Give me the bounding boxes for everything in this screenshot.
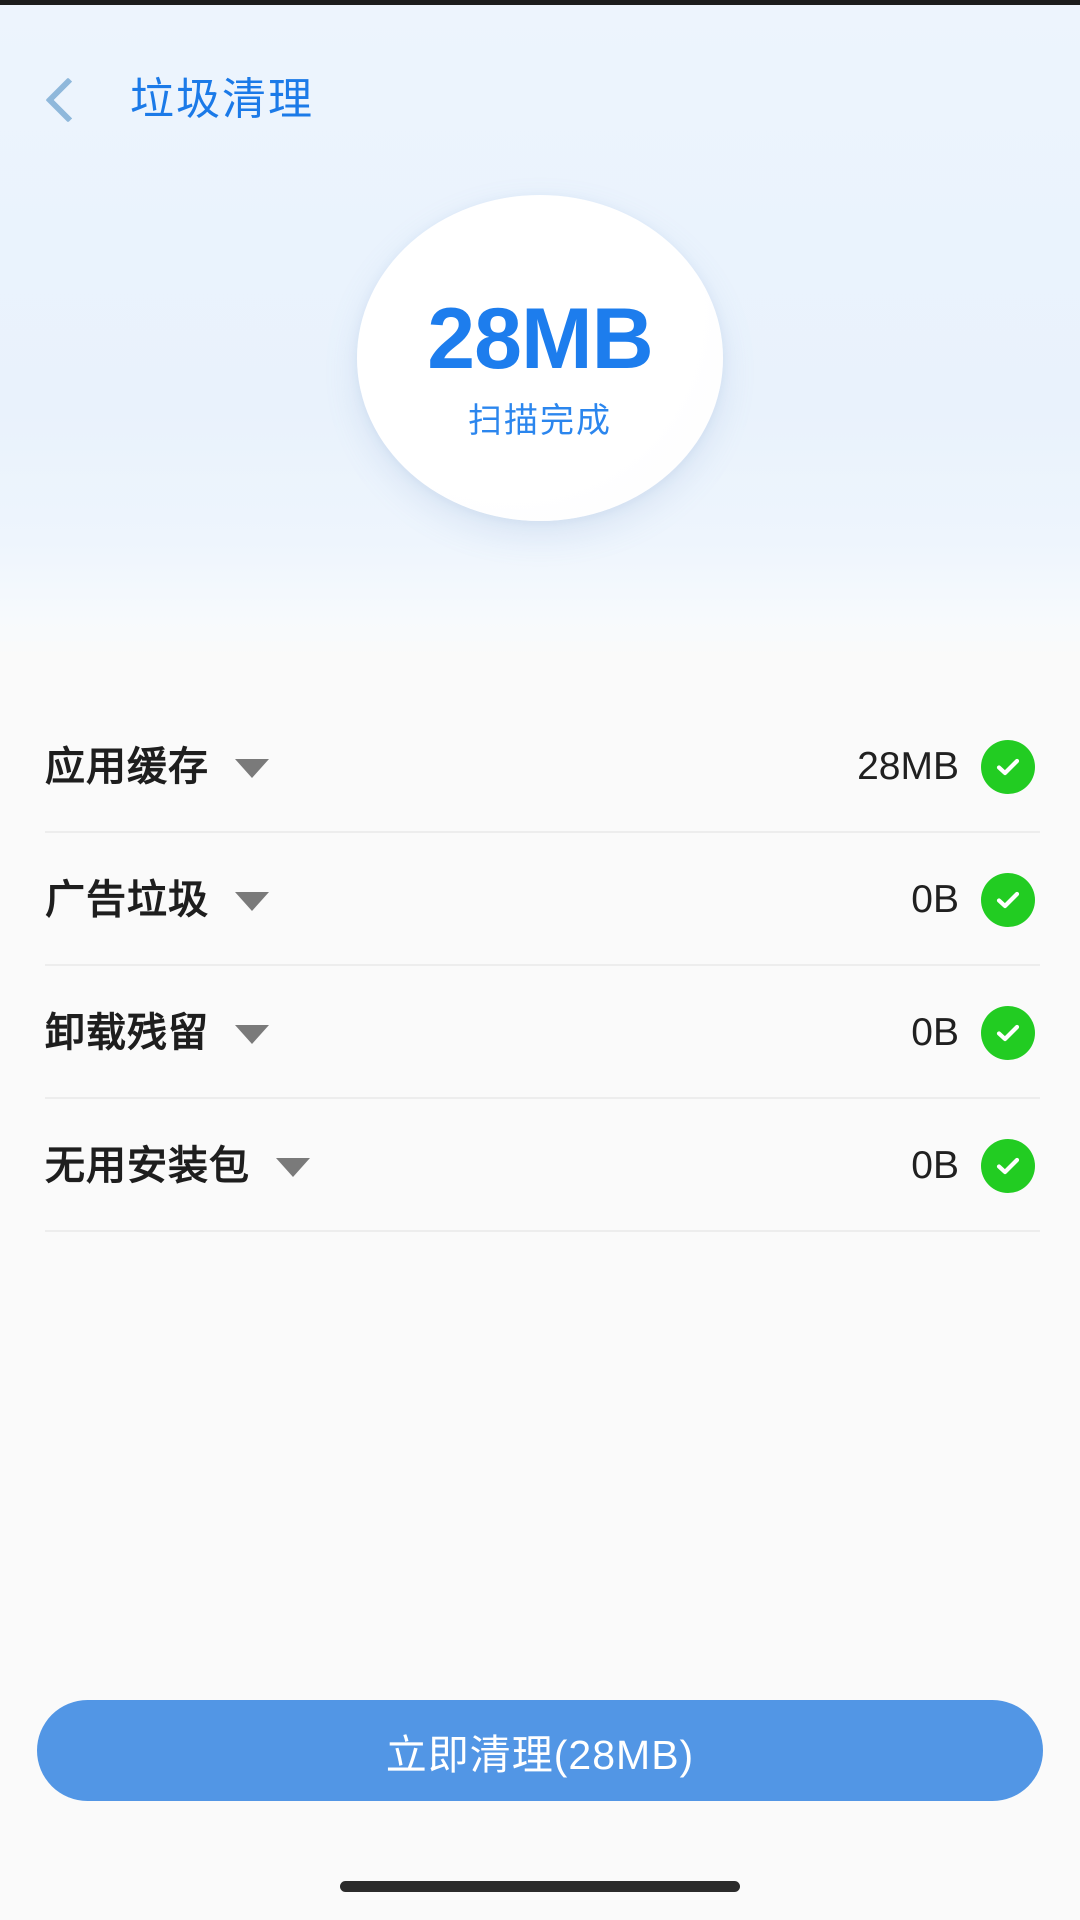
category-size: 0B — [911, 1144, 959, 1187]
check-circle-icon[interactable] — [981, 872, 1035, 927]
row-divider — [45, 1230, 1040, 1232]
row-right-group: 0B — [911, 1138, 1035, 1193]
scan-circle-body: 28MB 扫描完成 — [357, 195, 723, 521]
category-label: 应用缓存 — [45, 744, 209, 789]
app-bar: 垃圾清理 — [0, 60, 1080, 140]
caret-down-icon[interactable] — [235, 892, 269, 911]
caret-down-icon[interactable] — [235, 1025, 269, 1044]
table-row[interactable]: 应用缓存 28MB — [0, 700, 1080, 833]
row-right-group: 0B — [911, 872, 1035, 927]
table-row[interactable]: 卸载残留 0B — [0, 966, 1080, 1099]
junk-category-list: 应用缓存 28MB 广告垃圾 0B 卸载残留 0B 无用安装包 0B — [0, 700, 1080, 1232]
page-title: 垃圾清理 — [130, 75, 314, 124]
caret-down-icon[interactable] — [235, 759, 269, 778]
scan-result-circle: 28MB 扫描完成 — [357, 195, 723, 521]
category-size: 0B — [911, 878, 959, 921]
category-size: 28MB — [857, 745, 959, 788]
chevron-left-icon — [45, 77, 91, 123]
row-left-group: 应用缓存 — [45, 747, 857, 787]
clean-now-button[interactable]: 立即清理(28MB) — [37, 1700, 1043, 1801]
check-circle-icon[interactable] — [981, 739, 1035, 794]
scan-total-size: 28MB — [427, 291, 653, 387]
category-label: 广告垃圾 — [45, 877, 209, 922]
back-button[interactable] — [22, 60, 114, 140]
table-row[interactable]: 无用安装包 0B — [0, 1099, 1080, 1232]
row-right-group: 0B — [911, 1005, 1035, 1060]
category-label: 无用安装包 — [45, 1143, 250, 1188]
row-left-group: 无用安装包 — [45, 1146, 911, 1186]
junk-cleanup-screen: 垃圾清理 28MB 扫描完成 应用缓存 28MB 广告垃圾 0B 卸载残留 0B… — [0, 0, 1080, 1920]
category-label: 卸载残留 — [45, 1010, 209, 1055]
row-right-group: 28MB — [857, 739, 1035, 794]
row-left-group: 广告垃圾 — [45, 880, 911, 920]
check-circle-icon[interactable] — [981, 1005, 1035, 1060]
row-left-group: 卸载残留 — [45, 1013, 911, 1053]
category-size: 0B — [911, 1011, 959, 1054]
caret-down-icon[interactable] — [276, 1158, 310, 1177]
table-row[interactable]: 广告垃圾 0B — [0, 833, 1080, 966]
home-indicator[interactable] — [340, 1881, 740, 1892]
hero-gradient-area: 垃圾清理 28MB 扫描完成 — [0, 5, 1080, 660]
check-circle-icon[interactable] — [981, 1138, 1035, 1193]
scan-status-label: 扫描完成 — [468, 402, 612, 440]
